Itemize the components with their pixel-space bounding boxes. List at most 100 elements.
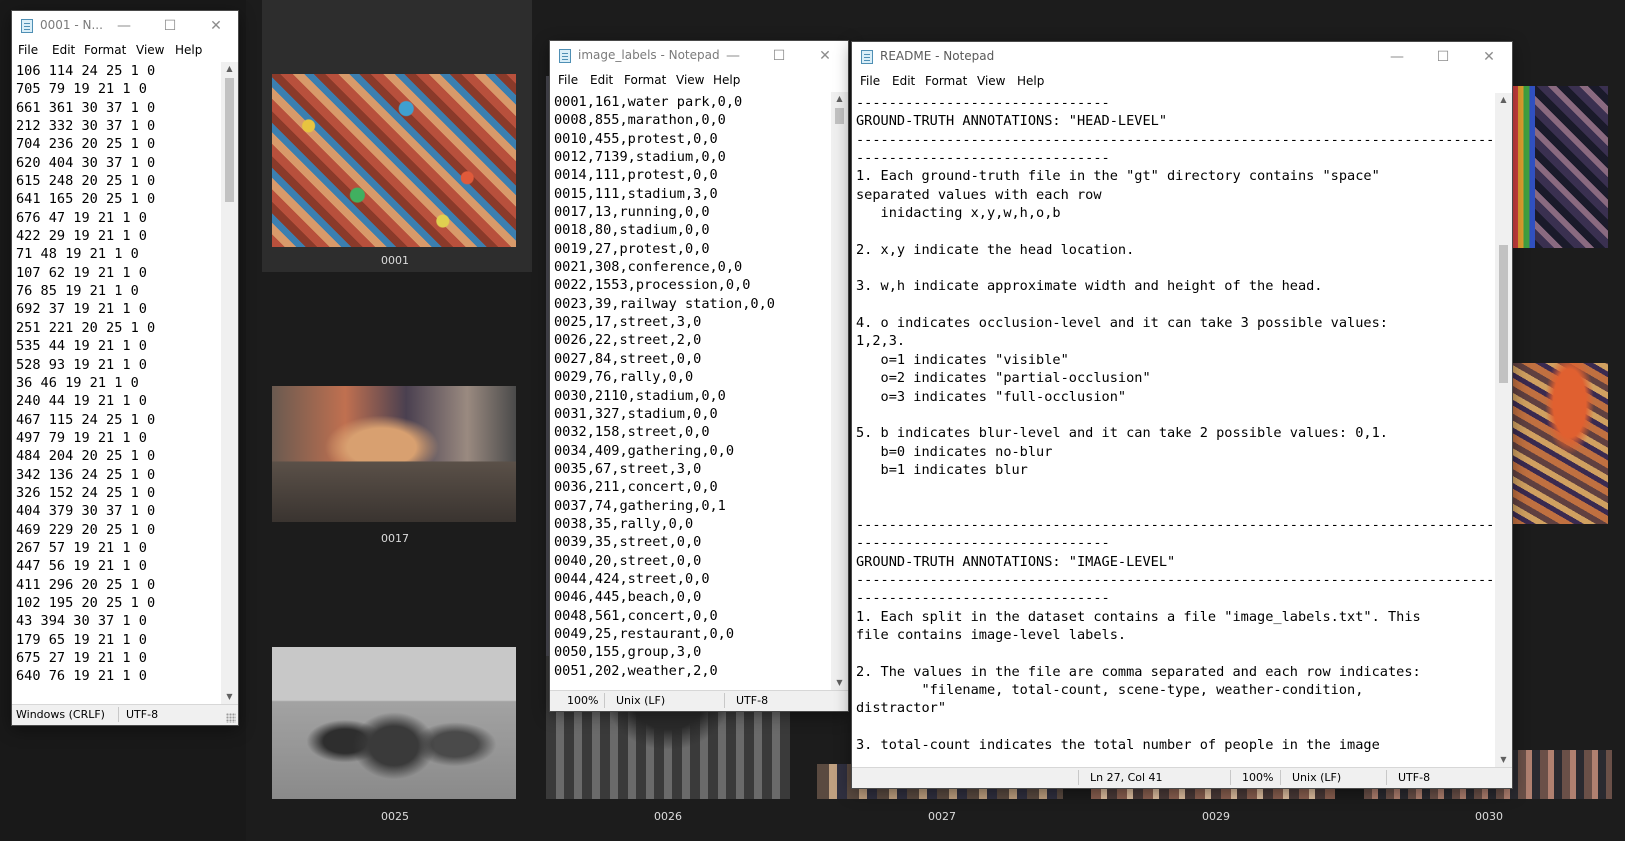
- text-line: 1,2,3.: [856, 333, 906, 350]
- text-line: 1. Each split in the dataset contains a …: [856, 608, 1421, 625]
- text-line: 1. Each ground-truth file in the "gt" di…: [856, 168, 1380, 185]
- status-divider: [118, 707, 119, 722]
- close-button[interactable]: ✕: [1466, 42, 1512, 72]
- status-divider: [1386, 770, 1387, 785]
- text-line: 705 79 19 21 1 0: [16, 81, 147, 98]
- maximize-button[interactable]: ☐: [148, 11, 192, 41]
- titlebar[interactable]: 0001 - N... — ☐ ✕: [12, 11, 238, 41]
- text-line: -------------------------------: [856, 535, 1110, 552]
- text-line: [856, 296, 1492, 314]
- menu-view[interactable]: View: [676, 73, 704, 87]
- text-line: 0019,27,protest,0,0: [554, 240, 710, 257]
- vertical-scrollbar[interactable]: ▲ ▼: [221, 62, 238, 704]
- text-line: 3. total-count indicates the total numbe…: [856, 737, 1380, 754]
- status-line-ending: Unix (LF): [1292, 771, 1342, 784]
- scrollbar-thumb[interactable]: [1499, 245, 1508, 383]
- menu-format[interactable]: Format: [84, 43, 126, 57]
- text-line: 0017,13,running,0,0: [554, 204, 710, 221]
- text-line: 342 136 24 25 1 0: [16, 466, 156, 483]
- notepad-window-image-labels[interactable]: image_labels - Notepad — ☐ ✕ File Edit F…: [550, 41, 848, 711]
- text-line: 497 79 19 21 1 0: [16, 429, 147, 446]
- text-line: 212 332 30 37 1 0: [16, 118, 156, 135]
- status-divider: [1078, 770, 1079, 785]
- text-line: b=0 indicates no-blur: [856, 443, 1053, 460]
- scroll-up-icon[interactable]: ▲: [221, 62, 238, 76]
- menu-help[interactable]: Help: [713, 73, 740, 87]
- text-line: 467 115 24 25 1 0: [16, 411, 156, 428]
- close-button[interactable]: ✕: [802, 41, 848, 71]
- menu-format[interactable]: Format: [624, 73, 666, 87]
- maximize-button[interactable]: ☐: [756, 41, 802, 71]
- menu-help[interactable]: Help: [175, 43, 202, 57]
- text-line: o=3 indicates "full-occlusion": [856, 388, 1127, 405]
- text-line: 326 152 24 25 1 0: [16, 484, 156, 501]
- maximize-button[interactable]: ☐: [1420, 42, 1466, 72]
- vertical-scrollbar[interactable]: ▲ ▼: [831, 92, 848, 690]
- text-line: [856, 479, 1492, 497]
- notepad-icon: [861, 50, 873, 64]
- status-line-ending: Windows (CRLF): [16, 708, 105, 721]
- text-line: 528 93 19 21 1 0: [16, 356, 147, 373]
- statusbar: Windows (CRLF) UTF-8: [12, 704, 238, 725]
- minimize-button[interactable]: —: [1374, 42, 1420, 72]
- thumbnail-partial-top-right[interactable]: [1512, 86, 1608, 248]
- scrollbar-thumb[interactable]: [225, 78, 234, 202]
- menu-edit[interactable]: Edit: [52, 43, 75, 57]
- text-line: 0034,409,gathering,0,0: [554, 442, 735, 459]
- vertical-scrollbar[interactable]: ▲ ▼: [1495, 93, 1512, 767]
- status-line-ending: Unix (LF): [616, 694, 666, 707]
- scroll-up-icon[interactable]: ▲: [831, 92, 848, 106]
- menu-view[interactable]: View: [136, 43, 164, 57]
- text-line: 641 165 20 25 1 0: [16, 191, 156, 208]
- text-line: o=1 indicates "visible": [856, 351, 1069, 368]
- thumbnail-0025[interactable]: [272, 647, 516, 799]
- text-line: 0014,111,protest,0,0: [554, 167, 718, 184]
- resize-grip[interactable]: [226, 713, 236, 723]
- text-line: 0031,327,stadium,0,0: [554, 405, 718, 422]
- thumbnail-caption-0029: 0029: [1202, 810, 1230, 823]
- thumbnail-partial-mid-right[interactable]: [1512, 363, 1608, 524]
- scrollbar-thumb[interactable]: [835, 108, 844, 124]
- text-line: 0048,561,concert,0,0: [554, 607, 718, 624]
- thumbnail-0017[interactable]: [272, 386, 516, 522]
- minimize-button[interactable]: —: [710, 41, 756, 71]
- thumbnail-0001[interactable]: [272, 74, 516, 247]
- thumbnail-caption-0027: 0027: [928, 810, 956, 823]
- text-line: 0022,1553,procession,0,0: [554, 277, 751, 294]
- text-line: 251 221 20 25 1 0: [16, 319, 156, 336]
- notepad-window-gt-file[interactable]: 0001 - N... — ☐ ✕ File Edit Format View …: [12, 11, 238, 725]
- text-editor[interactable]: 0001,161,water park,0,0 0008,855,marathon…: [550, 92, 848, 690]
- status-zoom: 100%: [567, 694, 599, 707]
- text-line: -------------------------------: [856, 95, 1110, 111]
- text-editor[interactable]: ------------------------------- GROUND-TR…: [852, 93, 1512, 767]
- minimize-button[interactable]: —: [102, 11, 146, 41]
- status-encoding: UTF-8: [736, 694, 769, 707]
- scroll-down-icon[interactable]: ▼: [221, 690, 238, 704]
- text-line: 640 76 19 21 1 0: [16, 668, 147, 685]
- menu-file[interactable]: File: [860, 74, 880, 88]
- thumbnail-caption-0001: 0001: [381, 254, 409, 267]
- statusbar: 100% Unix (LF) UTF-8: [550, 690, 848, 711]
- menu-view[interactable]: View: [977, 74, 1005, 88]
- text-editor[interactable]: 106 114 24 25 1 0 705 79 19 21 1 0 661 361…: [12, 62, 238, 704]
- text-line: 692 37 19 21 1 0: [16, 301, 147, 318]
- titlebar[interactable]: image_labels - Notepad — ☐ ✕: [550, 41, 848, 71]
- scroll-down-icon[interactable]: ▼: [1495, 753, 1512, 767]
- text-line: distractor": [856, 700, 947, 717]
- scroll-down-icon[interactable]: ▼: [831, 676, 848, 690]
- menu-edit[interactable]: Edit: [590, 73, 613, 87]
- menu-help[interactable]: Help: [1017, 74, 1044, 88]
- text-line: 107 62 19 21 1 0: [16, 264, 147, 281]
- menu-edit[interactable]: Edit: [892, 74, 915, 88]
- scroll-up-icon[interactable]: ▲: [1495, 93, 1512, 107]
- status-zoom: 100%: [1242, 771, 1274, 784]
- text-line: 0037,74,gathering,0,1: [554, 497, 726, 514]
- close-button[interactable]: ✕: [194, 11, 238, 41]
- titlebar[interactable]: README - Notepad — ☐ ✕: [852, 42, 1512, 72]
- text-line: 0021,308,conference,0,0: [554, 259, 743, 276]
- menu-format[interactable]: Format: [925, 74, 967, 88]
- menu-file[interactable]: File: [18, 43, 38, 57]
- menu-file[interactable]: File: [558, 73, 578, 87]
- notepad-window-readme[interactable]: README - Notepad — ☐ ✕ File Edit Format …: [852, 42, 1512, 788]
- text-line: 620 404 30 37 1 0: [16, 154, 156, 171]
